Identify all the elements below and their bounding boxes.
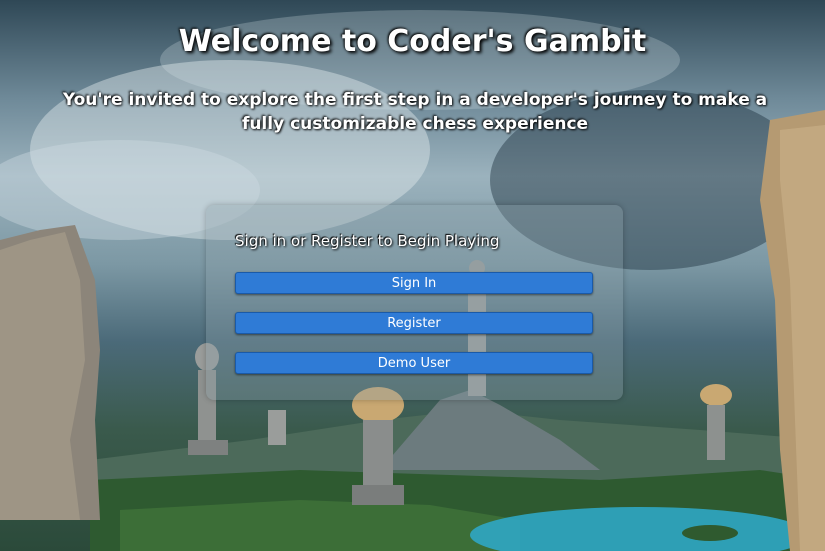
sign-in-button[interactable]: Sign In [235, 272, 593, 294]
demo-user-button[interactable]: Demo User [235, 352, 593, 374]
page-subtitle: You're invited to explore the first step… [62, 90, 768, 134]
register-button[interactable]: Register [235, 312, 593, 334]
auth-panel: Sign in or Register to Begin Playing Sig… [206, 205, 623, 400]
page-title: Welcome to Coder's Gambit [178, 24, 647, 59]
auth-panel-heading: Sign in or Register to Begin Playing [235, 232, 500, 250]
